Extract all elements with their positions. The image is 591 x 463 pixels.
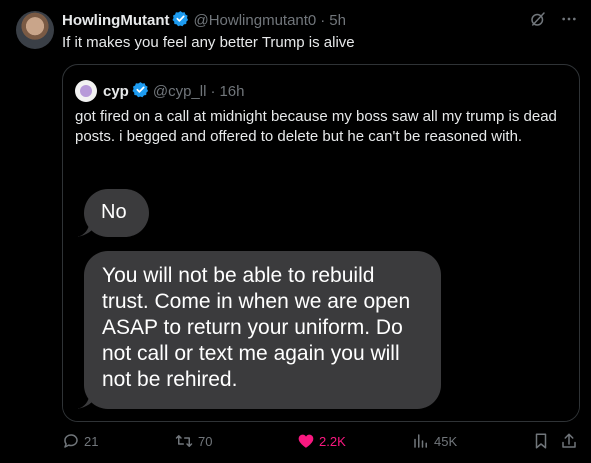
avatar[interactable] [16,11,54,49]
more-icon[interactable] [561,11,577,32]
quote-handle: @cyp_ll [152,82,207,100]
quote-text: got fired on a call at midnight because … [75,108,557,145]
repost-button[interactable]: 70 [174,432,212,450]
quote-header: cyp @cyp_ll · 16h [75,80,244,102]
quote-avatar [75,80,97,102]
timestamp[interactable]: 5h [329,12,346,29]
action-bar: 21 70 2.2K 45K [62,432,580,452]
views-count: 45K [434,433,458,449]
quote-display-name: cyp [103,82,129,100]
post-header: HowlingMutant @Howlingmutant0 · 5h [62,10,346,31]
message-bubble: You will not be able to rebuild trust. C… [84,251,441,409]
separator-dot: · [320,12,326,29]
repost-count: 70 [198,433,213,449]
views-button[interactable]: 45K [412,432,457,450]
share-button[interactable] [560,432,578,450]
repost-icon [175,435,193,447]
bookmark-icon [535,433,547,449]
message-bubble: No [84,189,149,237]
separator-dot: · [210,82,216,100]
post-top-actions [529,10,577,33]
reply-icon [64,434,78,448]
message-screenshot[interactable]: No You will not be able to rebuild trust… [63,183,579,421]
handle[interactable]: @Howlingmutant0 [193,12,316,29]
display-name[interactable]: HowlingMutant [62,12,169,29]
reply-button[interactable]: 21 [62,432,98,450]
reply-count: 21 [84,433,99,449]
quote-timestamp: 16h [219,82,245,100]
views-icon [414,434,427,448]
share-icon [562,433,576,448]
verified-badge-icon [172,10,189,31]
heart-icon [298,434,314,448]
grok-icon[interactable] [529,10,547,33]
verified-badge-icon [132,81,149,102]
bookmark-button[interactable] [532,432,550,450]
like-button[interactable]: 2.2K [297,432,346,450]
like-count: 2.2K [319,433,346,449]
quoted-post[interactable]: cyp @cyp_ll · 16h got fired on a call at… [62,64,580,422]
post-text: If it makes you feel any better Trump is… [62,34,355,51]
